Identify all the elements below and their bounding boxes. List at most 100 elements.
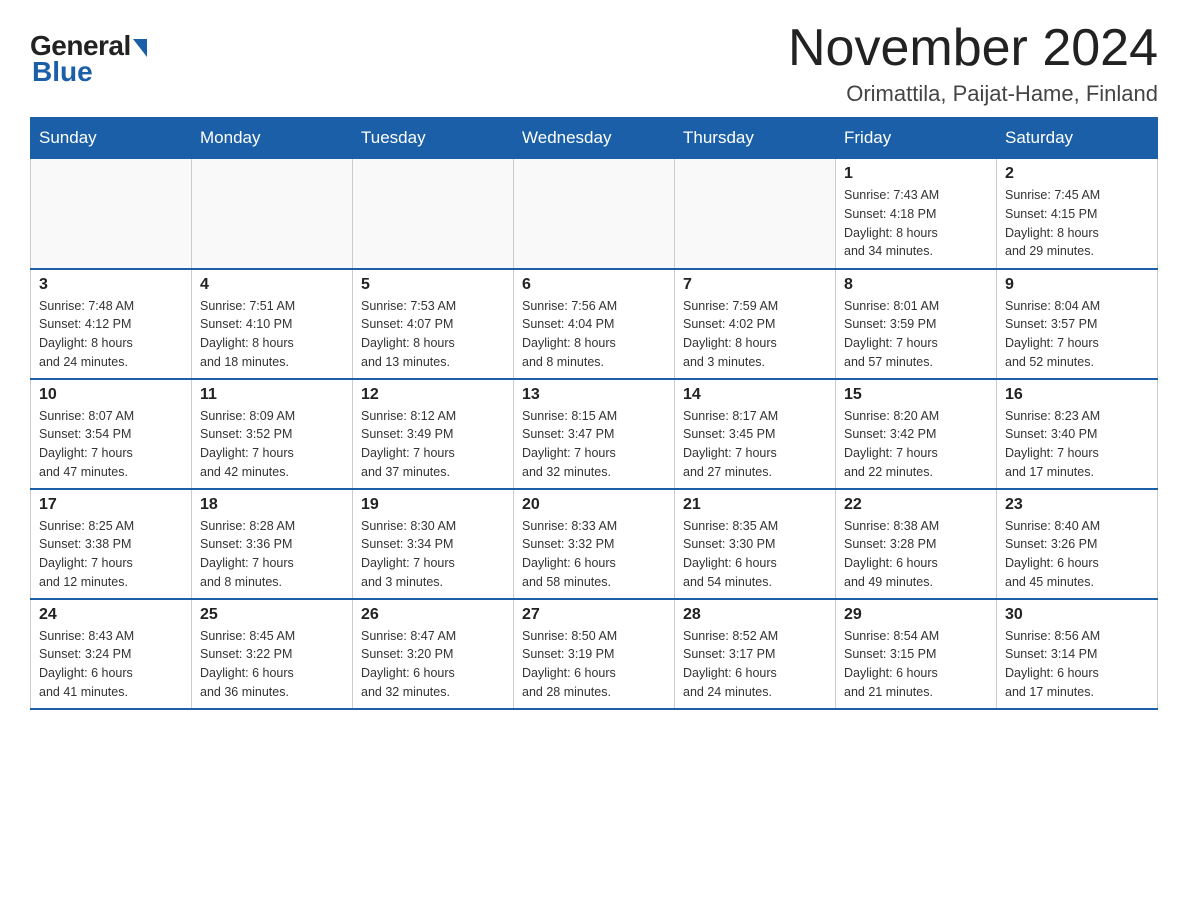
day-info: Sunrise: 8:45 AM Sunset: 3:22 PM Dayligh… xyxy=(200,627,344,702)
day-number: 27 xyxy=(522,606,666,624)
day-info: Sunrise: 8:23 AM Sunset: 3:40 PM Dayligh… xyxy=(1005,407,1149,482)
day-number: 23 xyxy=(1005,496,1149,514)
calendar-body: 1 Sunrise: 7:43 AM Sunset: 4:18 PM Daylig… xyxy=(31,159,1158,709)
calendar-cell xyxy=(31,159,192,269)
day-info: Sunrise: 8:47 AM Sunset: 3:20 PM Dayligh… xyxy=(361,627,505,702)
calendar-cell: 12Sunrise: 8:12 AM Sunset: 3:49 PM Dayli… xyxy=(353,379,514,489)
calendar-cell: 7Sunrise: 7:59 AM Sunset: 4:02 PM Daylig… xyxy=(675,269,836,379)
day-number: 7 xyxy=(683,276,827,294)
day-info: Sunrise: 8:54 AM Sunset: 3:15 PM Dayligh… xyxy=(844,627,988,702)
day-number: 2 xyxy=(1005,165,1149,183)
day-number: 4 xyxy=(200,276,344,294)
day-number: 8 xyxy=(844,276,988,294)
calendar-title: November 2024 xyxy=(788,20,1158,77)
header-day-tuesday: Tuesday xyxy=(353,118,514,159)
calendar-cell: 4Sunrise: 7:51 AM Sunset: 4:10 PM Daylig… xyxy=(192,269,353,379)
week-row-5: 24 Sunrise: 8:43 AM Sunset: 3:24 PM Dayli… xyxy=(31,599,1158,709)
calendar-cell: 10 Sunrise: 8:07 AM Sunset: 3:54 PM Dayli… xyxy=(31,379,192,489)
header-day-friday: Friday xyxy=(836,118,997,159)
day-number: 5 xyxy=(361,276,505,294)
day-number: 29 xyxy=(844,606,988,624)
day-number: 6 xyxy=(522,276,666,294)
logo-blue-text: Blue xyxy=(30,56,93,88)
calendar-cell: 19 Sunrise: 8:30 AM Sunset: 3:34 PM Dayli… xyxy=(353,489,514,599)
day-number: 22 xyxy=(844,496,988,514)
calendar-cell: 23Sunrise: 8:40 AM Sunset: 3:26 PM Dayli… xyxy=(997,489,1158,599)
calendar-cell: 17Sunrise: 8:25 AM Sunset: 3:38 PM Dayli… xyxy=(31,489,192,599)
day-number: 13 xyxy=(522,386,666,404)
calendar-cell: 26Sunrise: 8:47 AM Sunset: 3:20 PM Dayli… xyxy=(353,599,514,709)
calendar-cell: 9 Sunrise: 8:04 AM Sunset: 3:57 PM Daylig… xyxy=(997,269,1158,379)
calendar-cell: 1 Sunrise: 7:43 AM Sunset: 4:18 PM Daylig… xyxy=(836,159,997,269)
day-info: Sunrise: 8:07 AM Sunset: 3:54 PM Dayligh… xyxy=(39,407,183,482)
calendar-cell: 25 Sunrise: 8:45 AM Sunset: 3:22 PM Dayli… xyxy=(192,599,353,709)
calendar-cell: 22 Sunrise: 8:38 AM Sunset: 3:28 PM Dayli… xyxy=(836,489,997,599)
header-row: SundayMondayTuesdayWednesdayThursdayFrid… xyxy=(31,118,1158,159)
day-number: 14 xyxy=(683,386,827,404)
day-number: 28 xyxy=(683,606,827,624)
day-info: Sunrise: 8:17 AM Sunset: 3:45 PM Dayligh… xyxy=(683,407,827,482)
day-info: Sunrise: 8:35 AM Sunset: 3:30 PM Dayligh… xyxy=(683,517,827,592)
calendar-cell: 20 Sunrise: 8:33 AM Sunset: 3:32 PM Dayli… xyxy=(514,489,675,599)
logo: General Blue xyxy=(30,30,147,88)
day-info: Sunrise: 8:33 AM Sunset: 3:32 PM Dayligh… xyxy=(522,517,666,592)
calendar-cell xyxy=(514,159,675,269)
calendar-cell: 15Sunrise: 8:20 AM Sunset: 3:42 PM Dayli… xyxy=(836,379,997,489)
day-number: 12 xyxy=(361,386,505,404)
day-info: Sunrise: 8:38 AM Sunset: 3:28 PM Dayligh… xyxy=(844,517,988,592)
calendar-cell: 14 Sunrise: 8:17 AM Sunset: 3:45 PM Dayli… xyxy=(675,379,836,489)
calendar-cell: 6 Sunrise: 7:56 AM Sunset: 4:04 PM Daylig… xyxy=(514,269,675,379)
calendar-cell: 2 Sunrise: 7:45 AM Sunset: 4:15 PM Daylig… xyxy=(997,159,1158,269)
day-info: Sunrise: 7:56 AM Sunset: 4:04 PM Dayligh… xyxy=(522,297,666,372)
day-info: Sunrise: 8:09 AM Sunset: 3:52 PM Dayligh… xyxy=(200,407,344,482)
day-info: Sunrise: 8:15 AM Sunset: 3:47 PM Dayligh… xyxy=(522,407,666,482)
calendar-cell: 21 Sunrise: 8:35 AM Sunset: 3:30 PM Dayli… xyxy=(675,489,836,599)
calendar-cell xyxy=(675,159,836,269)
calendar-cell xyxy=(192,159,353,269)
day-info: Sunrise: 7:53 AM Sunset: 4:07 PM Dayligh… xyxy=(361,297,505,372)
day-info: Sunrise: 8:20 AM Sunset: 3:42 PM Dayligh… xyxy=(844,407,988,482)
day-number: 19 xyxy=(361,496,505,514)
calendar-cell: 3Sunrise: 7:48 AM Sunset: 4:12 PM Daylig… xyxy=(31,269,192,379)
calendar-cell xyxy=(353,159,514,269)
calendar-cell: 13 Sunrise: 8:15 AM Sunset: 3:47 PM Dayli… xyxy=(514,379,675,489)
day-info: Sunrise: 8:04 AM Sunset: 3:57 PM Dayligh… xyxy=(1005,297,1149,372)
day-number: 25 xyxy=(200,606,344,624)
day-info: Sunrise: 8:43 AM Sunset: 3:24 PM Dayligh… xyxy=(39,627,183,702)
day-number: 9 xyxy=(1005,276,1149,294)
day-number: 24 xyxy=(39,606,183,624)
week-row-1: 1 Sunrise: 7:43 AM Sunset: 4:18 PM Daylig… xyxy=(31,159,1158,269)
calendar-header: SundayMondayTuesdayWednesdayThursdayFrid… xyxy=(31,118,1158,159)
calendar-cell: 24 Sunrise: 8:43 AM Sunset: 3:24 PM Dayli… xyxy=(31,599,192,709)
header-day-sunday: Sunday xyxy=(31,118,192,159)
week-row-3: 10 Sunrise: 8:07 AM Sunset: 3:54 PM Dayli… xyxy=(31,379,1158,489)
week-row-4: 17Sunrise: 8:25 AM Sunset: 3:38 PM Dayli… xyxy=(31,489,1158,599)
day-info: Sunrise: 7:43 AM Sunset: 4:18 PM Dayligh… xyxy=(844,186,988,261)
calendar-subtitle: Orimattila, Paijat-Hame, Finland xyxy=(788,81,1158,107)
day-number: 20 xyxy=(522,496,666,514)
day-info: Sunrise: 8:25 AM Sunset: 3:38 PM Dayligh… xyxy=(39,517,183,592)
title-block: November 2024 Orimattila, Paijat-Hame, F… xyxy=(788,20,1158,107)
day-number: 11 xyxy=(200,386,344,404)
day-info: Sunrise: 7:48 AM Sunset: 4:12 PM Dayligh… xyxy=(39,297,183,372)
day-number: 30 xyxy=(1005,606,1149,624)
calendar-cell: 11 Sunrise: 8:09 AM Sunset: 3:52 PM Dayli… xyxy=(192,379,353,489)
day-info: Sunrise: 8:52 AM Sunset: 3:17 PM Dayligh… xyxy=(683,627,827,702)
day-info: Sunrise: 8:56 AM Sunset: 3:14 PM Dayligh… xyxy=(1005,627,1149,702)
day-info: Sunrise: 8:30 AM Sunset: 3:34 PM Dayligh… xyxy=(361,517,505,592)
day-info: Sunrise: 7:45 AM Sunset: 4:15 PM Dayligh… xyxy=(1005,186,1149,261)
day-number: 10 xyxy=(39,386,183,404)
calendar-cell: 8Sunrise: 8:01 AM Sunset: 3:59 PM Daylig… xyxy=(836,269,997,379)
calendar-cell: 5 Sunrise: 7:53 AM Sunset: 4:07 PM Daylig… xyxy=(353,269,514,379)
header-day-saturday: Saturday xyxy=(997,118,1158,159)
calendar-cell: 16Sunrise: 8:23 AM Sunset: 3:40 PM Dayli… xyxy=(997,379,1158,489)
calendar-cell: 30 Sunrise: 8:56 AM Sunset: 3:14 PM Dayli… xyxy=(997,599,1158,709)
header-day-thursday: Thursday xyxy=(675,118,836,159)
calendar-cell: 28 Sunrise: 8:52 AM Sunset: 3:17 PM Dayli… xyxy=(675,599,836,709)
calendar-cell: 27 Sunrise: 8:50 AM Sunset: 3:19 PM Dayli… xyxy=(514,599,675,709)
day-number: 21 xyxy=(683,496,827,514)
header: General Blue November 2024 Orimattila, P… xyxy=(30,20,1158,107)
day-info: Sunrise: 8:50 AM Sunset: 3:19 PM Dayligh… xyxy=(522,627,666,702)
week-row-2: 3Sunrise: 7:48 AM Sunset: 4:12 PM Daylig… xyxy=(31,269,1158,379)
day-number: 1 xyxy=(844,165,988,183)
